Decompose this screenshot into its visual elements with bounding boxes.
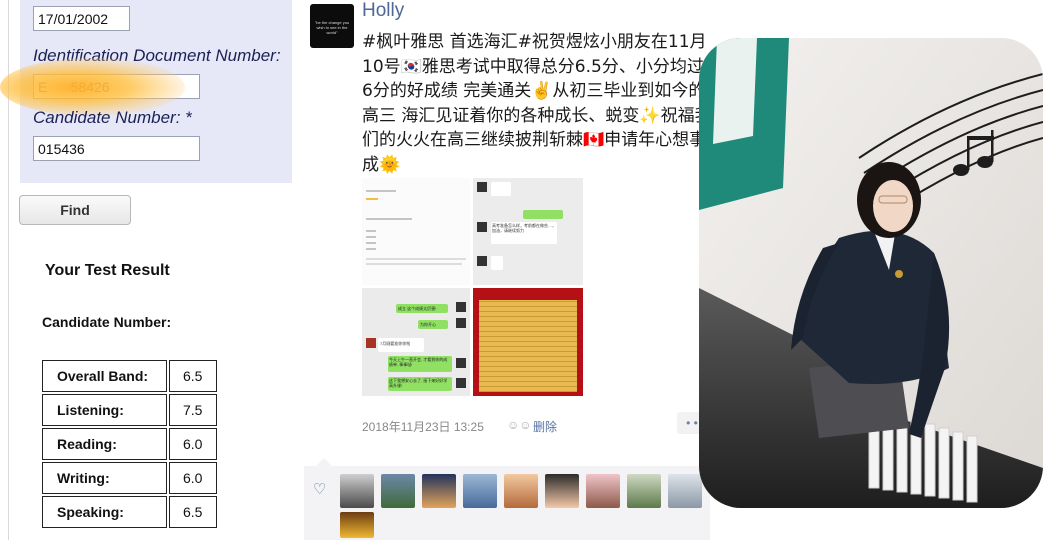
score-label: Writing: (42, 462, 167, 494)
avatar[interactable]: "be the change you wish to see in the wo… (310, 4, 354, 48)
social-post: "be the change you wish to see in the wo… (300, 0, 712, 540)
result-heading: Your Test Result (45, 262, 170, 279)
candidate-number-field[interactable] (33, 136, 200, 161)
chat-thumbnail[interactable]: 成立 这个成绩太厉害! 为你开心 7月刚要准你你啦 今天上午一直开会, 才看到你… (362, 288, 470, 396)
liker-avatar[interactable] (504, 474, 538, 508)
liker-avatar[interactable] (422, 474, 456, 508)
post-text: #枫叶雅思 首选海汇#祝贺煜炫小朋友在11月10号🇰🇷雅思考试中取得总分6.5分… (362, 32, 712, 175)
score-value: 6.0 (169, 462, 217, 494)
post-image-collage[interactable]: 高考准备怎么样，考前都在做些…，加油，请继续努力 成立 这个成绩太厉害! 为你开… (362, 178, 583, 396)
chat-bubble: 这下我想安心去了, 接下来好好学高升课! (388, 377, 452, 391)
chat-bubble: 今天上午一直开会, 才看到你的成绩单, 棒棒哒! (388, 356, 452, 372)
liker-avatar[interactable] (340, 474, 374, 508)
score-value: 6.5 (169, 496, 217, 528)
liker-avatar[interactable] (463, 474, 497, 508)
screenshot-thumbnail[interactable] (362, 178, 470, 285)
chat-bubble: 高考准备怎么样，考前都在做些…，加油，请继续努力 (491, 222, 557, 244)
table-row: Writing: 6.0 (42, 462, 217, 494)
score-value: 7.5 (169, 394, 217, 426)
liker-avatar[interactable] (668, 474, 702, 508)
score-table: Overall Band: 6.5 Listening: 7.5 Reading… (40, 358, 219, 530)
liker-avatar[interactable] (381, 474, 415, 508)
date-of-birth-field[interactable] (33, 6, 130, 31)
score-value: 6.0 (169, 428, 217, 460)
liker-avatar[interactable] (586, 474, 620, 508)
table-row: Speaking: 6.5 (42, 496, 217, 528)
liker-avatar[interactable] (545, 474, 579, 508)
score-label: Listening: (42, 394, 167, 426)
liker-avatar[interactable] (627, 474, 661, 508)
score-label: Overall Band: (42, 360, 167, 392)
test-result-panel: Identification Document Number: Candidat… (0, 0, 292, 540)
poster-list (479, 300, 577, 392)
result-candidate-number-label: Candidate Number: (42, 314, 172, 330)
delete-link[interactable]: 删除 (533, 418, 557, 435)
score-value: 6.5 (169, 360, 217, 392)
chat-thumbnail[interactable]: 高考准备怎么样，考前都在做些…，加油，请继续努力 (473, 178, 583, 285)
candidate-number-label: Candidate Number: * (33, 108, 192, 127)
table-row: Overall Band: 6.5 (42, 360, 217, 392)
table-row: Listening: 7.5 (42, 394, 217, 426)
chat-bubble: 7月刚要准你你啦 (378, 338, 424, 352)
post-timestamp: 2018年11月23日 13:25 (362, 420, 484, 434)
people-icon: ☺☺ (507, 418, 532, 432)
student-photo (699, 38, 1043, 508)
heart-icon: ♡ (313, 481, 327, 498)
table-row: Reading: 6.0 (42, 428, 217, 460)
find-button[interactable]: Find (19, 195, 131, 225)
chat-bubble: 成立 这个成绩太厉害! (396, 304, 448, 313)
liker-avatar[interactable] (340, 512, 374, 538)
caret-icon (316, 458, 332, 466)
congratulation-poster-thumbnail[interactable] (473, 288, 583, 396)
score-label: Speaking: (42, 496, 167, 528)
post-author-name[interactable]: Holly (362, 0, 404, 22)
score-label: Reading: (42, 428, 167, 460)
chat-bubble: 为你开心 (418, 320, 448, 329)
student-photo-illustration (699, 38, 1043, 508)
likes-section: ♡ (304, 458, 710, 540)
